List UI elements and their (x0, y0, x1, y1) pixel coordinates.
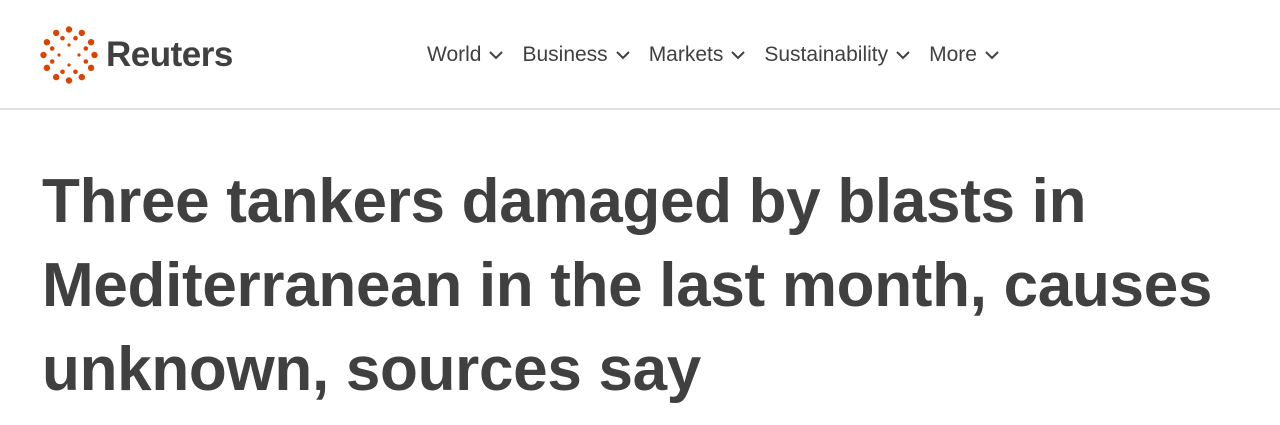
nav-item-label: Markets (648, 43, 724, 66)
nav-item-label: More (929, 43, 977, 66)
brand-name: Reuters (106, 35, 233, 74)
article-headline: Three tankers damaged by blasts in Medit… (42, 167, 1213, 404)
reuters-logo-icon (40, 26, 98, 84)
chevron-down-icon (731, 51, 746, 60)
chevron-down-icon (985, 51, 999, 60)
nav-item-more[interactable]: More (929, 43, 1000, 67)
reuters-logo[interactable]: Reuters (40, 26, 233, 84)
nav-item-label: World (427, 43, 482, 66)
nav-item-sustainability[interactable]: Sustainability (764, 43, 911, 67)
site-header: Reuters World Business Markets Sustainab… (0, 0, 1280, 110)
nav-item-business[interactable]: Business (522, 43, 630, 67)
chevron-down-icon (489, 51, 504, 60)
nav-item-label: Sustainability (764, 43, 889, 66)
nav-item-markets[interactable]: Markets (649, 43, 747, 67)
nav-item-world[interactable]: World (427, 43, 504, 67)
nav-item-label: Business (522, 43, 608, 66)
chevron-down-icon (615, 51, 630, 60)
main-nav: World Business Markets Sustainability Mo… (427, 40, 1018, 70)
chevron-down-icon (896, 51, 910, 60)
